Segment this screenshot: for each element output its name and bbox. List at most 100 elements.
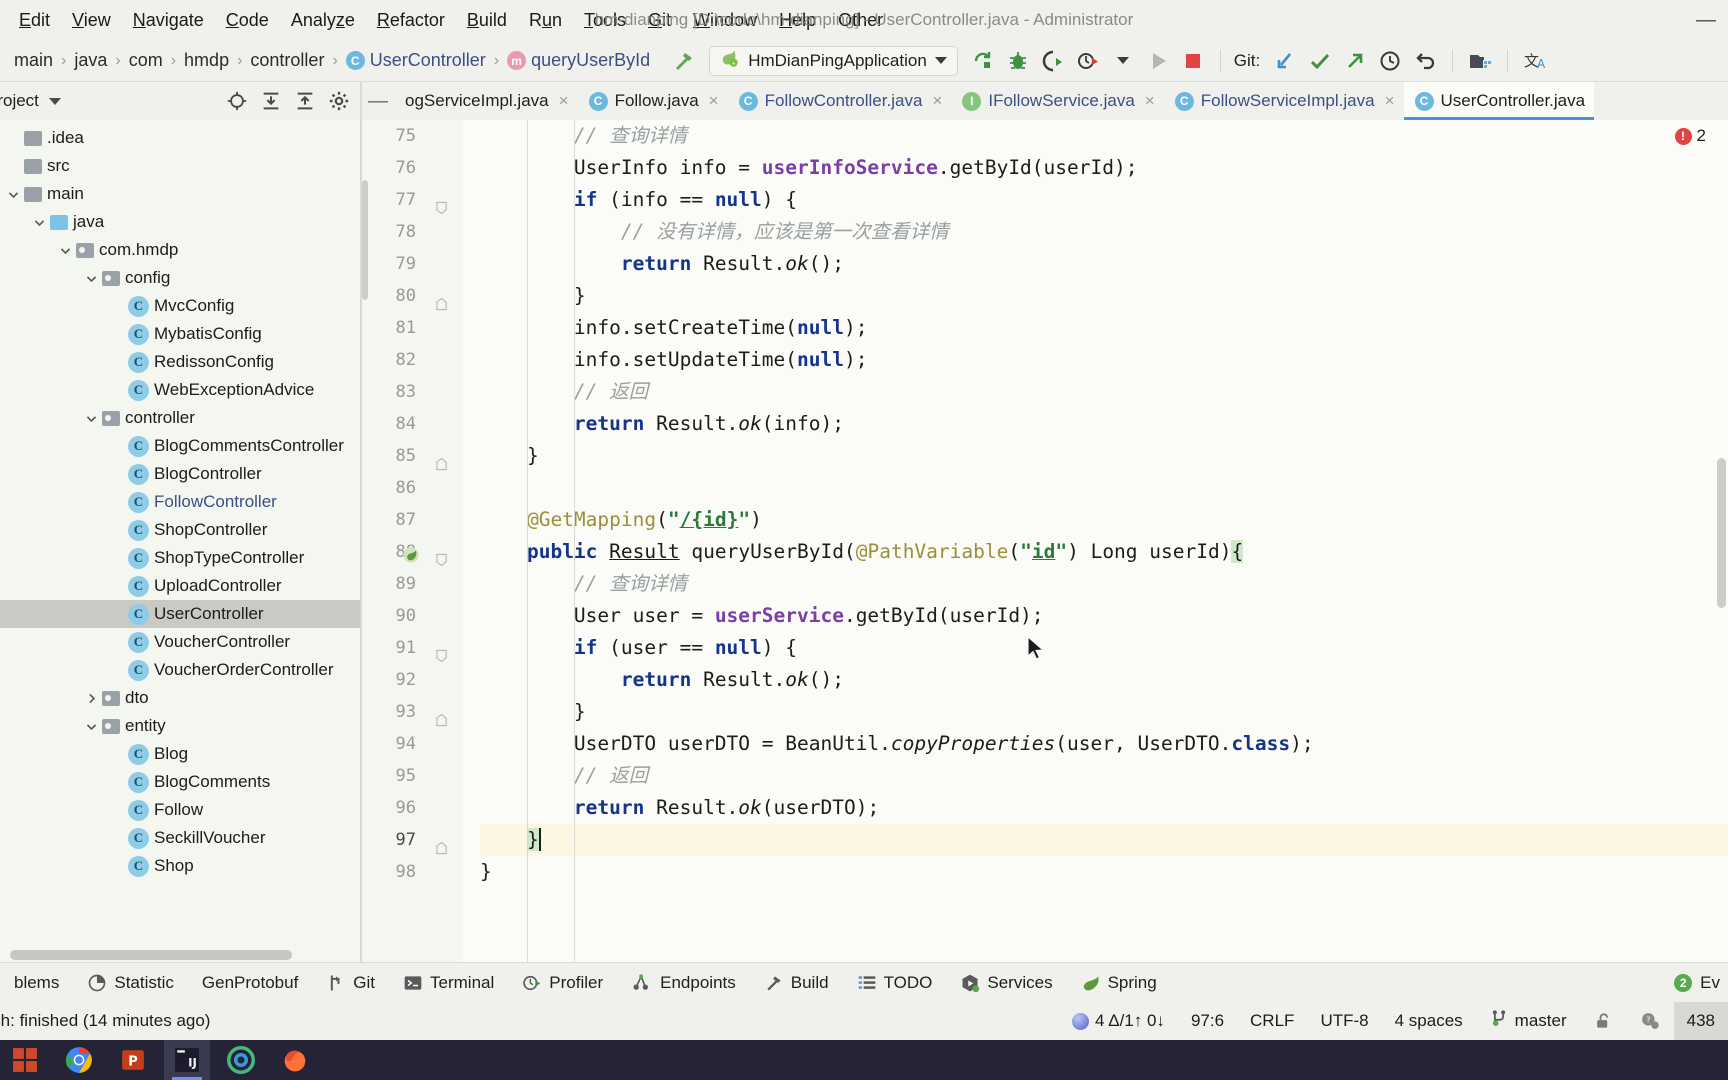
breadcrumb-item-controller[interactable]: controller <box>246 50 328 71</box>
breadcrumb-item-usercontroller[interactable]: C UserController <box>342 50 490 71</box>
tree-node-src[interactable]: src <box>0 152 360 180</box>
menu-item-analyze[interactable]: Analyze <box>280 9 366 31</box>
commit-icon[interactable] <box>1304 46 1336 76</box>
file-encoding[interactable]: UTF-8 <box>1307 1011 1381 1031</box>
menu-item-code[interactable]: Code <box>215 9 280 31</box>
code-editor[interactable]: 7576777879808182838485868788899091929394… <box>362 120 1728 962</box>
code-line-83[interactable]: // 返回 <box>480 376 1728 408</box>
browser-icon[interactable] <box>218 1040 264 1080</box>
project-structure-icon[interactable] <box>1464 46 1496 76</box>
project-tree-hscrollbar[interactable] <box>10 950 292 960</box>
rerun-icon[interactable] <box>967 46 999 76</box>
menu-item-navigate[interactable]: Navigate <box>122 9 215 31</box>
profile-dropdown-icon[interactable] <box>1107 46 1139 76</box>
menu-item-window[interactable]: Window <box>682 9 768 31</box>
breadcrumb-item-hmdp[interactable]: hmdp <box>180 50 233 71</box>
tree-node-dto[interactable]: dto <box>0 684 360 712</box>
code-line-96[interactable]: return Result.ok(userDTO); <box>480 792 1728 824</box>
line-number-85[interactable]: 85 <box>362 440 462 472</box>
code-line-93[interactable]: } <box>480 696 1728 728</box>
line-number-98[interactable]: 98 <box>362 856 462 888</box>
tree-node-mybatisconfig[interactable]: C MybatisConfig <box>0 320 360 348</box>
code-line-85[interactable]: } <box>480 440 1728 472</box>
tab-list-overflow-icon[interactable]: — <box>362 82 394 120</box>
code-line-84[interactable]: return Result.ok(info); <box>480 408 1728 440</box>
line-number-94[interactable]: 94 <box>362 728 462 760</box>
tree-node-redissonconfig[interactable]: C RedissonConfig <box>0 348 360 376</box>
tree-node-blogcommentscontroller[interactable]: C BlogCommentsController <box>0 432 360 460</box>
fold-start-icon[interactable] <box>435 546 448 567</box>
run-with-coverage-icon[interactable] <box>1037 46 1069 76</box>
tree-node-shopcontroller[interactable]: C ShopController <box>0 516 360 544</box>
fold-end-icon[interactable] <box>435 290 448 311</box>
code-line-88[interactable]: public Result queryUserById(@PathVariabl… <box>480 536 1728 568</box>
menu-item-help[interactable]: Help <box>768 9 827 31</box>
tool-window-endpoints[interactable]: Endpoints <box>617 973 750 993</box>
breadcrumb-item-com[interactable]: com <box>125 50 167 71</box>
editor-tab-ifollowservice-java[interactable]: I IFollowService.java × <box>951 82 1163 120</box>
tool-window-git[interactable]: Git <box>312 973 389 993</box>
code-line-77[interactable]: if (info == null) { <box>480 184 1728 216</box>
profile-icon[interactable] <box>1072 46 1104 76</box>
tree-node-shoptypecontroller[interactable]: C ShopTypeController <box>0 544 360 572</box>
line-number-78[interactable]: 78 <box>362 216 462 248</box>
tree-node--idea[interactable]: .idea <box>0 124 360 152</box>
inspection-status-badge[interactable]: ! 2 <box>1674 126 1706 146</box>
editor-tab-ogserviceimpl-java[interactable]: ogServiceImpl.java × <box>394 82 578 120</box>
menu-item-view[interactable]: View <box>61 9 122 31</box>
editor-tab-usercontroller-java[interactable]: C UserController.java <box>1403 82 1595 120</box>
line-number-95[interactable]: 95 <box>362 760 462 792</box>
tool-window-spring[interactable]: Spring <box>1067 973 1171 993</box>
breadcrumb-item-java[interactable]: java <box>70 50 111 71</box>
rollback-icon[interactable] <box>1409 46 1441 76</box>
tree-node-main[interactable]: main <box>0 180 360 208</box>
caret-position[interactable]: 97:6 <box>1178 1011 1237 1031</box>
push-icon[interactable] <box>1339 46 1371 76</box>
tree-node-seckillvoucher[interactable]: C SeckillVoucher <box>0 824 360 852</box>
chevron-down-icon[interactable] <box>28 216 50 229</box>
tool-window-statistic[interactable]: Statistic <box>73 973 188 993</box>
menu-item-tools[interactable]: Tools <box>573 9 637 31</box>
start-button[interactable] <box>2 1040 48 1080</box>
tool-window-genprotobuf[interactable]: GenProtobuf <box>188 973 312 993</box>
code-line-98[interactable]: } <box>480 856 1728 888</box>
code-line-97[interactable]: } <box>480 824 1728 856</box>
chevron-down-icon[interactable] <box>80 272 102 285</box>
update-project-icon[interactable] <box>1269 46 1301 76</box>
firefox-icon[interactable] <box>272 1040 318 1080</box>
code-line-79[interactable]: return Result.ok(); <box>480 248 1728 280</box>
tree-node-followcontroller[interactable]: C FollowController <box>0 488 360 516</box>
menu-item-build[interactable]: Build <box>456 9 518 31</box>
line-number-80[interactable]: 80 <box>362 280 462 312</box>
chevron-down-icon[interactable] <box>80 720 102 733</box>
code-line-86[interactable] <box>480 472 1728 504</box>
fold-start-icon[interactable] <box>435 642 448 663</box>
code-line-81[interactable]: info.setCreateTime(null); <box>480 312 1728 344</box>
chevron-down-icon[interactable] <box>2 188 24 201</box>
project-tree[interactable]: .idea src main java com.hmdp config C MvcConfig… <box>0 120 360 962</box>
menu-item-other[interactable]: Other <box>827 9 894 31</box>
editor-vertical-scrollbar[interactable] <box>1714 158 1728 962</box>
tool-window-blems[interactable]: blems <box>0 973 73 993</box>
scrollbar-thumb[interactable] <box>1717 458 1726 608</box>
settings-gear-icon[interactable] <box>324 86 354 116</box>
menu-item-git[interactable]: Git <box>637 9 682 31</box>
expand-all-icon[interactable] <box>256 86 286 116</box>
tree-node-webexceptionadvice[interactable]: C WebExceptionAdvice <box>0 376 360 404</box>
line-number-92[interactable]: 92 <box>362 664 462 696</box>
tree-node-voucherordercontroller[interactable]: C VoucherOrderController <box>0 656 360 684</box>
tree-node-vouchercontroller[interactable]: C VoucherController <box>0 628 360 656</box>
tree-node-controller[interactable]: controller <box>0 404 360 432</box>
close-icon[interactable]: × <box>1145 91 1155 111</box>
minimize-button[interactable]: — <box>1694 9 1718 32</box>
code-line-95[interactable]: // 返回 <box>480 760 1728 792</box>
stop-icon[interactable] <box>1177 46 1209 76</box>
chevron-down-icon[interactable] <box>80 412 102 425</box>
tree-node-uploadcontroller[interactable]: C UploadController <box>0 572 360 600</box>
fold-start-icon[interactable] <box>435 194 448 215</box>
inspection-icon[interactable]: ? <box>1626 1011 1674 1031</box>
spring-bean-gutter-icon[interactable] <box>402 543 420 563</box>
line-number-91[interactable]: 91 <box>362 632 462 664</box>
code-line-87[interactable]: @GetMapping("/{id}") <box>480 504 1728 536</box>
history-icon[interactable] <box>1374 46 1406 76</box>
